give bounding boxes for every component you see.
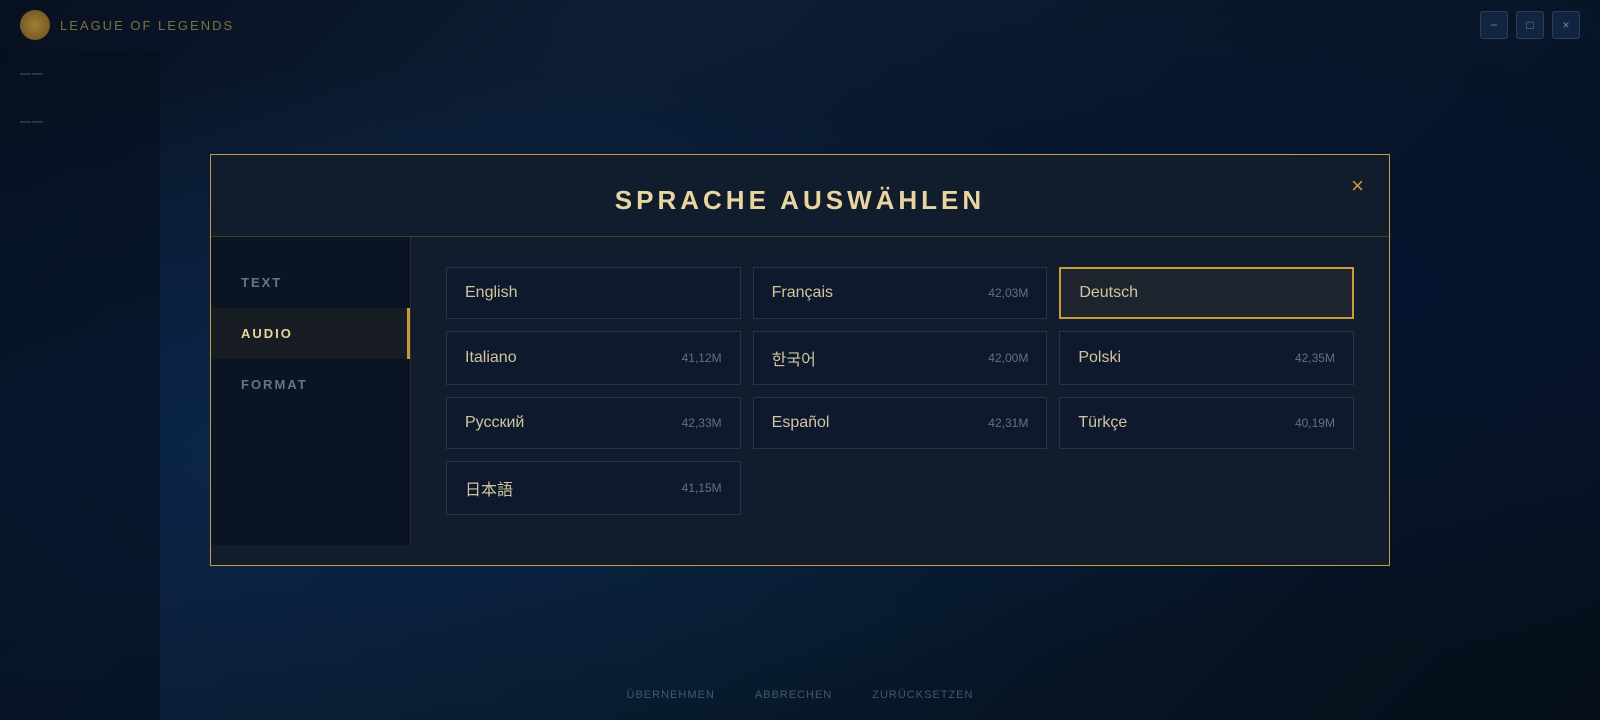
lang-name-russian: Русский xyxy=(465,414,524,432)
modal-footer xyxy=(211,545,1389,565)
lang-polski[interactable]: Polski 42,35M xyxy=(1059,331,1354,385)
lang-size-francais: 42,03M xyxy=(988,286,1028,300)
lang-espanol[interactable]: Español 42,31M xyxy=(753,397,1048,449)
tab-format[interactable]: FORMAT xyxy=(211,359,410,410)
modal-sidebar: TEXT AUDIO FORMAT xyxy=(211,237,411,545)
lang-name-japanese: 日本語 xyxy=(465,476,513,500)
lang-name-deutsch: Deutsch xyxy=(1079,284,1138,302)
modal-header: SPRACHE AUSWÄHLEN × xyxy=(211,155,1389,237)
lang-name-francais: Français xyxy=(772,284,833,302)
lang-size-japanese: 41,15M xyxy=(682,481,722,495)
lang-name-italiano: Italiano xyxy=(465,349,517,367)
language-grid-container: English Français 42,03M Deutsch Italiano xyxy=(411,237,1389,545)
lang-turkce[interactable]: Türkçe 40,19M xyxy=(1059,397,1354,449)
modal-close-button[interactable]: × xyxy=(1351,175,1364,197)
lang-francais[interactable]: Français 42,03M xyxy=(753,267,1048,319)
lang-name-korean: 한국어 xyxy=(772,346,816,370)
tab-audio[interactable]: AUDIO xyxy=(211,308,410,359)
lang-russian[interactable]: Русский 42,33M xyxy=(446,397,741,449)
lang-size-russian: 42,33M xyxy=(682,416,722,430)
lang-japanese[interactable]: 日本語 41,15M xyxy=(446,461,741,515)
lang-deutsch[interactable]: Deutsch xyxy=(1059,267,1354,319)
lang-name-english: English xyxy=(465,284,517,302)
lang-name-espanol: Español xyxy=(772,414,830,432)
lang-english[interactable]: English xyxy=(446,267,741,319)
lang-size-polski: 42,35M xyxy=(1295,351,1335,365)
modal-backdrop: SPRACHE AUSWÄHLEN × TEXT AUDIO FORMAT En… xyxy=(0,0,1600,720)
lang-korean[interactable]: 한국어 42,00M xyxy=(753,331,1048,385)
lang-size-espanol: 42,31M xyxy=(988,416,1028,430)
modal-body: TEXT AUDIO FORMAT English Français 42,03… xyxy=(211,237,1389,545)
lang-italiano[interactable]: Italiano 41,12M xyxy=(446,331,741,385)
lang-name-turkce: Türkçe xyxy=(1078,414,1127,432)
language-select-modal: SPRACHE AUSWÄHLEN × TEXT AUDIO FORMAT En… xyxy=(210,154,1390,566)
lang-size-korean: 42,00M xyxy=(988,351,1028,365)
lang-name-polski: Polski xyxy=(1078,349,1121,367)
language-grid: English Français 42,03M Deutsch Italiano xyxy=(446,267,1354,515)
tab-text[interactable]: TEXT xyxy=(211,257,410,308)
modal-title: SPRACHE AUSWÄHLEN xyxy=(615,185,985,215)
lang-size-italiano: 41,12M xyxy=(682,351,722,365)
lang-size-turkce: 40,19M xyxy=(1295,416,1335,430)
